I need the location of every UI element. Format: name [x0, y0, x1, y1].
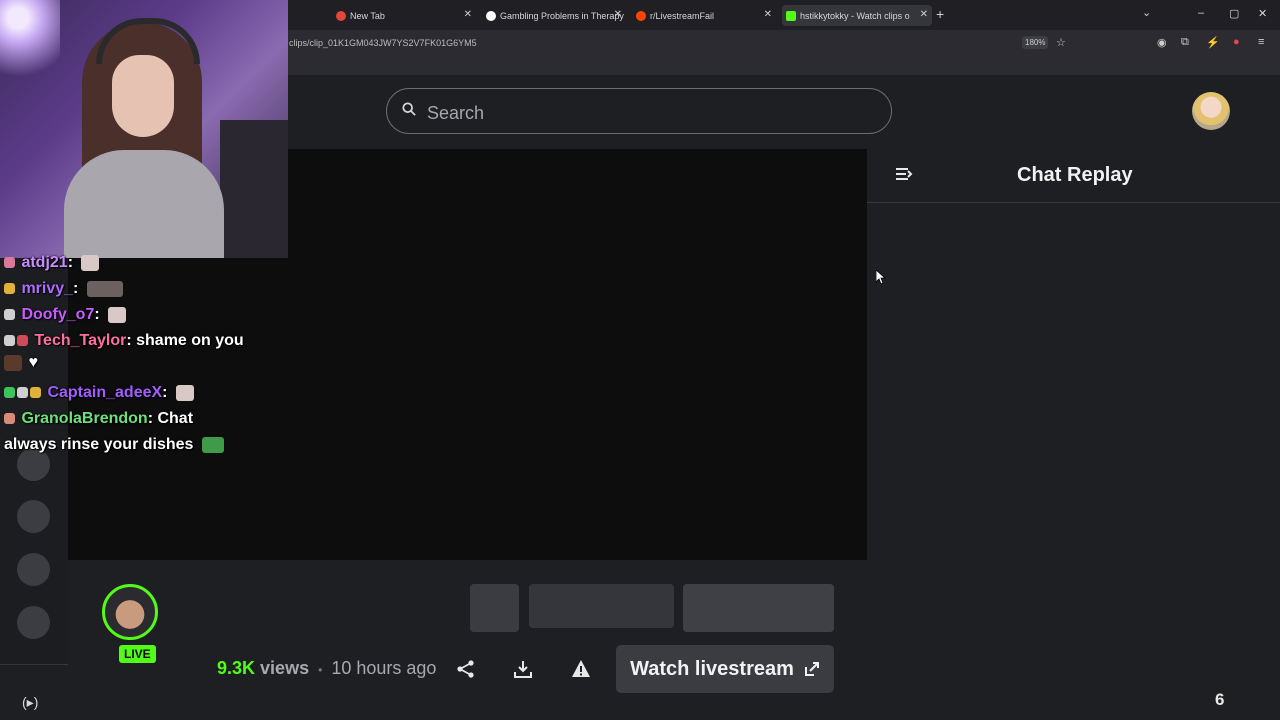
extensions-icon[interactable]: ⧉ [1181, 36, 1189, 49]
minimize-button[interactable]: – [1198, 7, 1204, 19]
verified-badge-icon [4, 387, 15, 399]
tab-livestreamfail[interactable]: r/LivestreamFail ✕ [636, 5, 776, 26]
tab-title: Gambling Problems in Therapy [500, 10, 624, 21]
loading-placeholder [529, 584, 674, 628]
chat-message: mrivy_: [4, 280, 123, 298]
chat-username: Tech_Taylor [34, 332, 127, 349]
tab-favicon [636, 10, 646, 21]
chat-text: shame on you [136, 332, 244, 349]
watch-livestream-button[interactable]: Watch livestream [616, 645, 834, 693]
subscriber-badge-icon [17, 387, 28, 399]
chat-username: mrivy_ [21, 280, 74, 297]
subscriber-badge-icon [4, 413, 15, 425]
chat-username: atdj21 [21, 254, 68, 271]
download-icon[interactable] [513, 659, 533, 679]
expand-sidebar-icon[interactable]: (▸) [22, 694, 38, 711]
tab-gambling-problems[interactable]: Gambling Problems in Therapy ✕ [486, 5, 626, 26]
crown-badge-icon [30, 387, 41, 399]
tab-title: New Tab [350, 10, 385, 21]
streamer-avatar[interactable] [102, 584, 158, 640]
channel-avatar[interactable] [17, 606, 50, 639]
streamer-face [112, 55, 174, 137]
account-icon[interactable]: ◉ [1157, 36, 1167, 49]
tab-favicon [486, 10, 496, 21]
clip-age: 10 hours ago [331, 658, 437, 678]
channel-avatar[interactable] [17, 500, 50, 533]
close-window-button[interactable]: ✕ [1258, 7, 1267, 20]
chat-message: Captain_adeeX: [4, 384, 194, 402]
tab-list-chevron-icon[interactable]: ⌄ [1142, 6, 1151, 19]
loading-placeholder [470, 584, 519, 632]
tab-title: hstikkytokky - Watch clips on K [800, 10, 910, 21]
chat-text: always rinse your dishes [4, 436, 194, 453]
chat-replay-panel [867, 149, 1280, 720]
chat-message: Tech_Taylor: shame on you [4, 332, 244, 350]
chat-message: Doofy_o7: [4, 306, 127, 324]
close-tab-icon[interactable]: ✕ [464, 9, 472, 20]
background-shelf [220, 120, 288, 258]
collapse-chat-icon[interactable] [895, 166, 913, 182]
chat-message: atdj21: [4, 254, 100, 272]
subscriber-badge-icon [4, 335, 15, 347]
view-count-label: views [260, 658, 310, 678]
headset [96, 18, 200, 64]
loading-placeholder [683, 584, 834, 632]
streamer-webcam-overlay [0, 0, 288, 258]
maximize-button[interactable]: ▢ [1229, 7, 1239, 20]
emote-icon [4, 354, 22, 371]
chat-emote-line: ♥ [4, 354, 38, 372]
menu-icon[interactable]: ≡ [1258, 36, 1264, 48]
close-tab-icon[interactable]: ✕ [920, 9, 928, 20]
report-warning-icon[interactable] [571, 659, 591, 679]
search-icon [402, 102, 416, 116]
url-field[interactable]: clips/clip_01K1GM043JW7YS2V7FK01G6YM5 [289, 38, 477, 48]
heart-icon: ♥ [28, 354, 38, 371]
chat-username: Doofy_o7 [21, 306, 95, 323]
photo-emote-icon [86, 280, 123, 297]
subscriber-badge-icon [4, 309, 15, 321]
cat-emote-icon [175, 384, 194, 401]
subscriber-badge-icon [4, 257, 15, 269]
search-placeholder: Search [427, 103, 485, 123]
kick-favicon [786, 10, 796, 21]
view-count: 9.3K [217, 658, 256, 678]
profile-avatar[interactable] [1192, 92, 1230, 130]
tab-kick-clips[interactable]: hstikkytokky - Watch clips on K ✕ [782, 5, 932, 26]
tab-new-tab[interactable]: New Tab ✕ [336, 5, 476, 26]
close-tab-icon[interactable]: ✕ [764, 9, 772, 20]
clip-stats: 9.3K views • 10 hours ago [217, 658, 436, 679]
streamer-shirt [64, 150, 224, 258]
search-input[interactable]: Search [386, 88, 892, 134]
divider [0, 664, 68, 665]
live-badge: LIVE [119, 645, 156, 663]
moderator-badge-icon [17, 335, 28, 347]
mouse-cursor-icon [876, 270, 886, 284]
pepe-emote-icon [201, 436, 224, 453]
tab-title: r/LivestreamFail [650, 10, 715, 21]
watch-livestream-label: Watch livestream [630, 657, 794, 680]
chat-replay-title: Chat Replay [1017, 164, 1133, 186]
tab-favicon [336, 10, 346, 21]
ring-light [0, 0, 60, 90]
chat-username: Captain_adeeX [47, 384, 163, 401]
extension-badge-icon[interactable]: ● [1233, 36, 1240, 48]
gifter-badge-icon [4, 283, 15, 295]
page-number: 6 [1215, 690, 1225, 709]
zoom-level[interactable]: 180% [1022, 36, 1049, 49]
cat-emote-icon [108, 306, 127, 323]
external-link-icon [804, 662, 819, 676]
separator: • [318, 663, 323, 677]
new-tab-button[interactable]: + [936, 6, 944, 22]
bookmark-star-icon[interactable]: ☆ [1056, 36, 1066, 49]
chat-username: GranolaBrendon [21, 410, 148, 427]
share-icon[interactable] [456, 659, 476, 679]
chat-text: Chat [157, 410, 194, 427]
chat-message: GranolaBrendon: Chat [4, 410, 193, 428]
chat-message-continued: always rinse your dishes [4, 436, 224, 454]
close-tab-icon[interactable]: ✕ [614, 9, 622, 20]
extension-icon[interactable]: ⚡ [1206, 36, 1220, 49]
cat-emote-icon [81, 254, 100, 271]
channel-avatar[interactable] [17, 553, 50, 586]
